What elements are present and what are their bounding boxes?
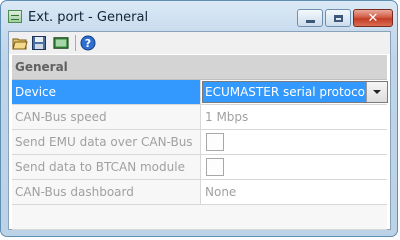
close-button[interactable]: ✕ — [353, 9, 393, 27]
section-header[interactable]: General — [12, 55, 387, 80]
close-icon: ✕ — [367, 10, 379, 26]
maximize-button[interactable] — [325, 9, 351, 27]
dropdown-button[interactable] — [366, 82, 387, 102]
window: Ext. port - General ✕ ? General Device E… — [0, 0, 398, 237]
property-value: 1 Mbps — [205, 110, 249, 124]
property-row-can-bus-dashboard[interactable]: CAN-Bus dashboard None — [12, 180, 387, 205]
view-icon[interactable] — [53, 35, 69, 51]
property-row-device[interactable]: Device ECUMASTER serial protocol — [12, 80, 388, 105]
device-dropdown-value: ECUMASTER serial protocol — [203, 82, 366, 102]
save-icon[interactable] — [31, 35, 47, 51]
property-name: Device — [12, 80, 201, 104]
property-row-send-emu-data[interactable]: Send EMU data over CAN-Bus — [12, 130, 387, 155]
property-grid: General Device ECUMASTER serial protocol… — [12, 55, 388, 230]
toolbar: ? — [9, 32, 390, 54]
send-btcan-checkbox[interactable] — [206, 158, 224, 176]
property-row-can-bus-speed[interactable]: CAN-Bus speed 1 Mbps — [12, 105, 387, 130]
title-bar[interactable]: Ext. port - General ✕ — [1, 1, 397, 31]
property-name: Send data to BTCAN module — [12, 155, 201, 179]
property-name: CAN-Bus speed — [12, 105, 201, 129]
toolbar-separator — [75, 35, 76, 51]
content-area: ? General Device ECUMASTER serial protoc… — [8, 31, 391, 230]
empty-row — [12, 205, 387, 230]
property-name: Send EMU data over CAN-Bus — [12, 130, 201, 154]
section-label: General — [15, 60, 68, 74]
property-value: None — [205, 185, 237, 199]
property-row-send-btcan[interactable]: Send data to BTCAN module — [12, 155, 387, 180]
help-icon[interactable]: ? — [80, 35, 96, 51]
minimize-icon — [305, 19, 315, 23]
window-title: Ext. port - General — [28, 10, 149, 25]
chevron-down-icon — [373, 90, 381, 94]
minimize-button[interactable] — [297, 9, 323, 27]
svg-text:?: ? — [85, 37, 91, 50]
open-folder-icon[interactable] — [12, 35, 28, 51]
property-name: CAN-Bus dashboard — [12, 180, 201, 204]
device-dropdown[interactable]: ECUMASTER serial protocol — [202, 81, 388, 103]
maximize-icon — [333, 14, 343, 22]
app-icon — [8, 10, 22, 23]
send-emu-data-checkbox[interactable] — [206, 133, 224, 151]
